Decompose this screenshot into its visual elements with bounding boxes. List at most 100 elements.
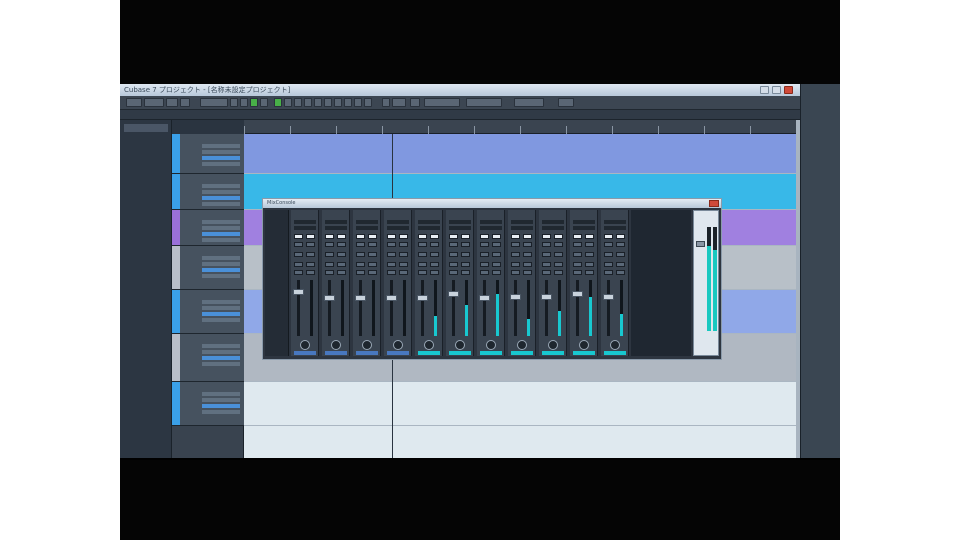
channel-button[interactable] (523, 262, 532, 267)
channel-button[interactable] (480, 252, 489, 257)
channel-button[interactable] (356, 270, 365, 275)
pan-knob[interactable] (331, 340, 341, 350)
toolbar-button[interactable] (126, 98, 142, 107)
channel-button[interactable] (554, 234, 563, 239)
channel-button[interactable] (554, 262, 563, 267)
track-control[interactable] (202, 392, 240, 396)
channel-name-slot[interactable] (387, 351, 409, 355)
track-control[interactable] (202, 268, 240, 272)
channel-button[interactable] (604, 270, 613, 275)
channel-button[interactable] (430, 234, 439, 239)
channel-button[interactable] (356, 234, 365, 239)
rewind-button[interactable] (230, 98, 238, 107)
channel-button[interactable] (399, 262, 408, 267)
track-control[interactable] (202, 162, 240, 166)
channel-button[interactable] (585, 252, 594, 257)
insert-slot[interactable] (325, 226, 347, 230)
track-header[interactable] (172, 246, 244, 290)
channel-button[interactable] (573, 270, 582, 275)
channel-button[interactable] (511, 242, 520, 247)
toolbar-button[interactable] (166, 98, 178, 107)
channel-name-slot[interactable] (449, 351, 471, 355)
channel-button[interactable] (306, 252, 315, 257)
channel-button[interactable] (430, 252, 439, 257)
insert-slot[interactable] (480, 226, 502, 230)
track-header[interactable] (172, 382, 244, 426)
track-control[interactable] (202, 184, 240, 188)
track-control[interactable] (202, 256, 240, 260)
insert-slot[interactable] (449, 220, 471, 224)
channel-button[interactable] (523, 270, 532, 275)
channel-button[interactable] (449, 242, 458, 247)
tool-button[interactable] (410, 98, 420, 107)
track-control[interactable] (202, 196, 240, 200)
insert-slot[interactable] (387, 226, 409, 230)
insert-slot[interactable] (418, 220, 440, 224)
channel-button[interactable] (542, 234, 551, 239)
channel-button[interactable] (492, 262, 501, 267)
tool-button[interactable] (324, 98, 332, 107)
track-control[interactable] (202, 190, 240, 194)
snap-button[interactable] (392, 98, 406, 107)
channel-button[interactable] (294, 252, 303, 257)
track-control[interactable] (202, 398, 240, 402)
channel-button[interactable] (449, 270, 458, 275)
pan-knob[interactable] (579, 340, 589, 350)
channel-fader[interactable] (603, 294, 614, 300)
channel-button[interactable] (585, 270, 594, 275)
channel-button[interactable] (387, 252, 396, 257)
channel-button[interactable] (387, 242, 396, 247)
toolbar-button[interactable] (144, 98, 164, 107)
channel-fader[interactable] (293, 289, 304, 295)
title-bar[interactable]: Cubase 7 プロジェクト - [名称未設定プロジェクト] (120, 84, 800, 96)
channel-button[interactable] (573, 242, 582, 247)
track-control[interactable] (202, 226, 240, 230)
channel-button[interactable] (523, 234, 532, 239)
timeline-ruler[interactable] (244, 120, 796, 134)
track-header[interactable] (172, 290, 244, 334)
channel-button[interactable] (368, 270, 377, 275)
channel-button[interactable] (554, 270, 563, 275)
track-control[interactable] (202, 150, 240, 154)
channel-button[interactable] (480, 262, 489, 267)
inspector-tab[interactable] (124, 124, 168, 132)
record-button[interactable] (260, 98, 268, 107)
channel-name-slot[interactable] (356, 351, 378, 355)
channel-name-slot[interactable] (325, 351, 347, 355)
channel-button[interactable] (356, 242, 365, 247)
play-button[interactable] (250, 98, 258, 107)
channel-button[interactable] (492, 234, 501, 239)
channel-button[interactable] (542, 252, 551, 257)
channel-button[interactable] (337, 252, 346, 257)
channel-button[interactable] (604, 252, 613, 257)
track-control[interactable] (202, 262, 240, 266)
channel-button[interactable] (399, 234, 408, 239)
channel-button[interactable] (616, 270, 625, 275)
channel-button[interactable] (449, 252, 458, 257)
channel-button[interactable] (511, 270, 520, 275)
channel-button[interactable] (585, 242, 594, 247)
insert-slot[interactable] (418, 226, 440, 230)
insert-slot[interactable] (387, 220, 409, 224)
channel-button[interactable] (461, 234, 470, 239)
channel-button[interactable] (306, 270, 315, 275)
channel-fader[interactable] (355, 295, 366, 301)
channel-name-slot[interactable] (604, 351, 626, 355)
track-control[interactable] (202, 300, 240, 304)
track-control[interactable] (202, 220, 240, 224)
channel-fader[interactable] (510, 294, 521, 300)
track-control[interactable] (202, 312, 240, 316)
track-control[interactable] (202, 238, 240, 242)
track-header[interactable] (172, 334, 244, 382)
track-lane[interactable] (244, 382, 796, 426)
channel-button[interactable] (337, 262, 346, 267)
channel-name-slot[interactable] (418, 351, 440, 355)
track-control[interactable] (202, 156, 240, 160)
channel-button[interactable] (294, 242, 303, 247)
channel-button[interactable] (337, 270, 346, 275)
channel-name-slot[interactable] (480, 351, 502, 355)
track-control[interactable] (202, 350, 240, 354)
insert-slot[interactable] (542, 220, 564, 224)
channel-name-slot[interactable] (573, 351, 595, 355)
master-fader[interactable] (696, 241, 705, 247)
